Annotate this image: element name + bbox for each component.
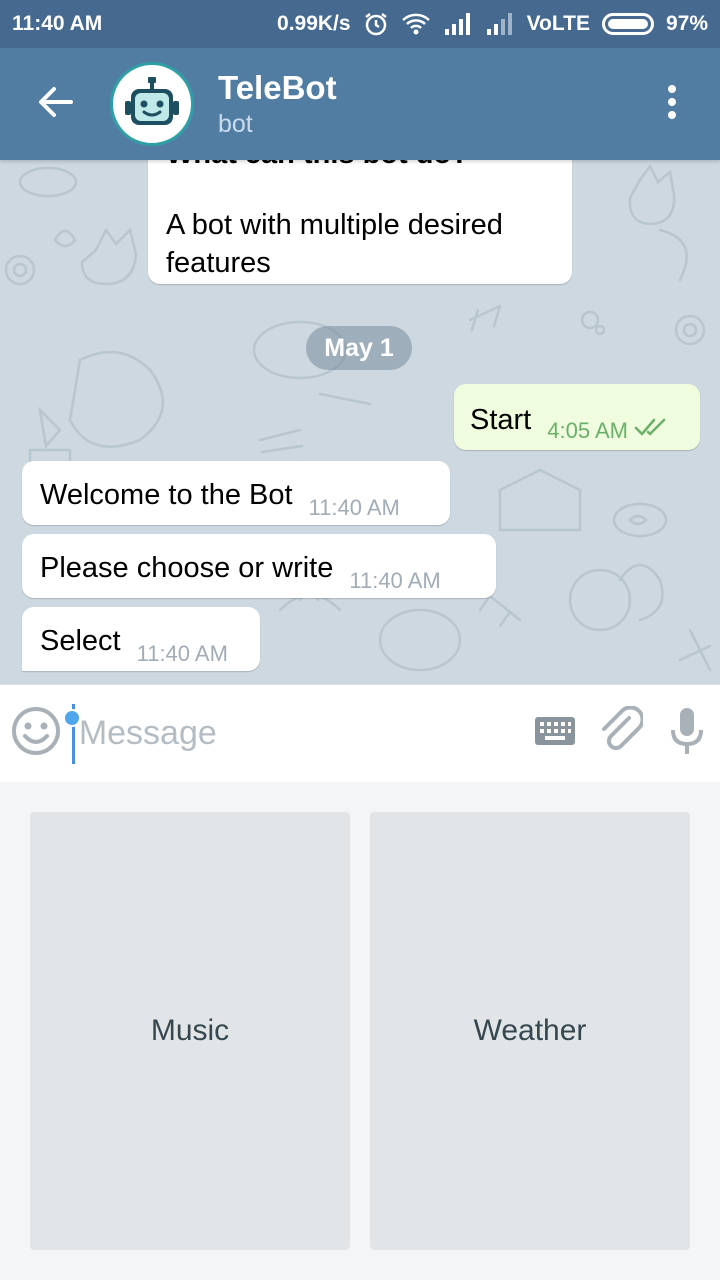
incoming-message-time: 11:40 AM (349, 568, 441, 593)
status-bar: 11:40 AM 0.99K/s VoLTE 97% (0, 0, 720, 48)
weather-button[interactable]: Weather (370, 812, 690, 1250)
keyboard-toggle-button[interactable] (522, 685, 588, 783)
chat-subtitle: bot (218, 110, 253, 138)
incoming-message-time: 11:40 AM (308, 495, 400, 520)
incoming-message-text: Please choose or write (40, 552, 334, 584)
alarm-icon (363, 11, 389, 37)
bot-reply-keyboard: Music Weather (0, 782, 720, 1280)
music-button[interactable]: Music (30, 812, 350, 1250)
message-input-bar (0, 684, 720, 782)
voice-button[interactable] (654, 685, 720, 783)
paperclip-icon (599, 705, 645, 761)
outgoing-message[interactable]: Start 4:05 AM (454, 384, 700, 450)
bot-description-heading: What can this bot do? (166, 160, 554, 172)
chat-title: TeleBot (218, 69, 337, 106)
network-speed: 0.99K/s (277, 12, 351, 35)
incoming-message-time: 11:40 AM (136, 641, 228, 666)
message-input[interactable] (71, 703, 522, 764)
incoming-message[interactable]: Select 11:40 AM (22, 607, 260, 671)
signal-icon-2 (485, 13, 515, 35)
date-separator: May 1 (306, 326, 412, 370)
chat-area[interactable]: What can this bot do? A bot with multipl… (0, 160, 720, 684)
chat-header: TeleBot bot (0, 48, 720, 160)
signal-icon (443, 13, 473, 35)
back-button[interactable] (0, 48, 110, 160)
battery-icon (601, 13, 654, 35)
more-vertical-icon (667, 84, 677, 125)
incoming-message-text: Welcome to the Bot (40, 479, 293, 511)
emoji-button[interactable] (0, 685, 81, 783)
outgoing-message-text: Start (470, 404, 532, 436)
incoming-message[interactable]: Please choose or write 11:40 AM (22, 534, 496, 598)
incoming-message[interactable]: Welcome to the Bot 11:40 AM (22, 461, 450, 525)
notification-dot (63, 708, 81, 727)
network-type: VoLTE (526, 12, 590, 35)
bot-avatar[interactable] (110, 62, 194, 146)
robot-icon (125, 77, 179, 125)
smiley-icon (11, 706, 61, 761)
menu-button[interactable] (624, 48, 720, 160)
bot-description-text: A bot with multiple desired features (166, 209, 503, 279)
incoming-message-text: Select (40, 625, 121, 657)
microphone-icon (669, 706, 705, 761)
chat-title-block[interactable]: TeleBot bot (218, 68, 337, 140)
battery-level: 97% (665, 12, 708, 35)
outgoing-message-time: 4:05 AM (547, 418, 628, 443)
keyboard-icon (534, 716, 576, 751)
status-indicators: 0.99K/s VoLTE 97% (277, 11, 708, 37)
double-check-icon (634, 417, 668, 442)
wifi-icon (401, 12, 431, 36)
status-time: 11:40 AM (12, 12, 103, 35)
bot-description-bubble: What can this bot do? A bot with multipl… (148, 160, 572, 284)
arrow-left-icon (37, 86, 73, 123)
attach-button[interactable] (588, 685, 654, 783)
